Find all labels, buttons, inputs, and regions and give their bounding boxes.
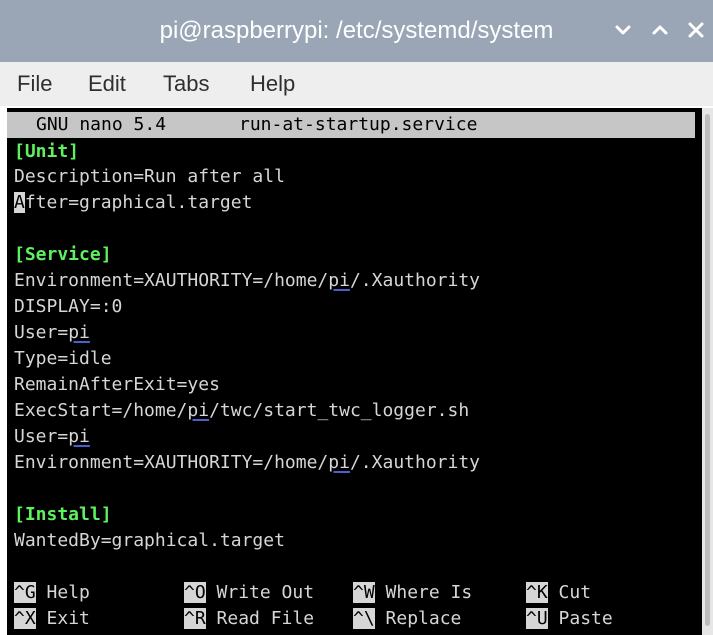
user2-value: pi <box>68 426 90 447</box>
shortcut-key: ^U <box>526 608 548 629</box>
scrollbar-thumb[interactable] <box>705 114 710 626</box>
shortcut-exit[interactable]: ^X Exit <box>14 606 90 632</box>
text-cursor: A <box>14 192 25 213</box>
line-remain-after-exit: RemainAfterExit=yes <box>14 374 220 395</box>
menu-edit[interactable]: Edit <box>88 62 126 106</box>
terminal-area[interactable]: GNU nano 5.4 run-at-startup.service [Uni… <box>7 108 702 635</box>
chevron-up-icon[interactable] <box>648 18 672 42</box>
section-install: [Install] <box>14 504 112 525</box>
window-title: pi@raspberrypi: /etc/systemd/system <box>159 17 554 44</box>
shortcut-key: ^\ <box>353 608 375 629</box>
close-icon[interactable] <box>684 18 708 42</box>
shortcut-key: ^W <box>353 582 375 603</box>
line-description: Description=Run after all <box>14 166 285 187</box>
section-service: [Service] <box>14 244 112 265</box>
line-wanted-by: WantedBy=graphical.target <box>14 530 285 551</box>
shortcut-label: Cut <box>558 582 592 603</box>
line-environment-2: Environment=XAUTHORITY=/home/pi/.Xauthor… <box>14 450 480 476</box>
shortcut-where-is[interactable]: ^W Where Is <box>353 580 472 606</box>
env1-prefix: Environment=XAUTHORITY=/home/ <box>14 270 329 291</box>
shortcut-label: Read File <box>216 608 315 629</box>
terminal-window: pi@raspberrypi: /etc/systemd/system File… <box>0 0 713 635</box>
user1-prefix: User= <box>14 322 69 343</box>
nano-version: GNU nano 5.4 <box>36 114 167 135</box>
line-after-text: fter=graphical.target <box>24 192 253 213</box>
title-bar[interactable]: pi@raspberrypi: /etc/systemd/system <box>0 0 713 62</box>
exec-suffix: /twc/start_twc_logger.sh <box>209 400 470 421</box>
line-after: After=graphical.target <box>14 190 252 216</box>
menu-file[interactable]: File <box>17 62 52 106</box>
env2-prefix: Environment=XAUTHORITY=/home/ <box>14 452 329 473</box>
section-unit: [Unit] <box>14 141 80 162</box>
shortcut-key: ^K <box>526 582 548 603</box>
shortcut-label: Paste <box>558 608 613 629</box>
line-display: DISPLAY=:0 <box>14 296 123 317</box>
env1-user: pi <box>328 270 350 291</box>
env2-suffix: /.Xauthority <box>349 452 481 473</box>
shortcut-label: Write Out <box>216 582 315 603</box>
line-exec-start: ExecStart=/home/pi/twc/start_twc_logger.… <box>14 398 469 424</box>
env2-user: pi <box>328 452 350 473</box>
user2-prefix: User= <box>14 426 69 447</box>
shortcut-replace[interactable]: ^\ Replace <box>353 606 461 632</box>
line-type: Type=idle <box>14 348 112 369</box>
shortcut-key: ^R <box>184 608 206 629</box>
chevron-down-icon[interactable] <box>611 18 635 42</box>
shortcut-paste[interactable]: ^U Paste <box>526 606 613 632</box>
shortcut-key: ^G <box>14 582 36 603</box>
shortcut-label: Replace <box>385 608 462 629</box>
exec-user: pi <box>187 400 210 421</box>
nano-header-bar: GNU nano 5.4 run-at-startup.service <box>7 112 695 138</box>
line-user-2: User=pi <box>14 424 90 450</box>
line-user-1: User=pi <box>14 320 90 346</box>
shortcut-help[interactable]: ^G Help <box>14 580 90 606</box>
env1-suffix: /.Xauthority <box>349 270 481 291</box>
shortcut-cut[interactable]: ^K Cut <box>526 580 591 606</box>
user1-value: pi <box>68 322 90 343</box>
vertical-scrollbar[interactable] <box>702 108 713 635</box>
shortcut-label: Where Is <box>385 582 473 603</box>
line-environment-1: Environment=XAUTHORITY=/home/pi/.Xauthor… <box>14 268 480 294</box>
shortcut-label: Help <box>46 582 90 603</box>
nano-filename: run-at-startup.service <box>239 114 478 135</box>
menu-help[interactable]: Help <box>250 62 295 106</box>
shortcut-label: Exit <box>46 608 90 629</box>
shortcut-read-file[interactable]: ^R Read File <box>184 606 314 632</box>
menu-tabs[interactable]: Tabs <box>163 62 209 106</box>
menu-bar: File Edit Tabs Help <box>0 62 713 106</box>
shortcut-write-out[interactable]: ^O Write Out <box>184 580 314 606</box>
shortcut-key: ^X <box>14 608 36 629</box>
exec-prefix: ExecStart=/home/ <box>14 400 188 421</box>
shortcut-key: ^O <box>184 582 206 603</box>
